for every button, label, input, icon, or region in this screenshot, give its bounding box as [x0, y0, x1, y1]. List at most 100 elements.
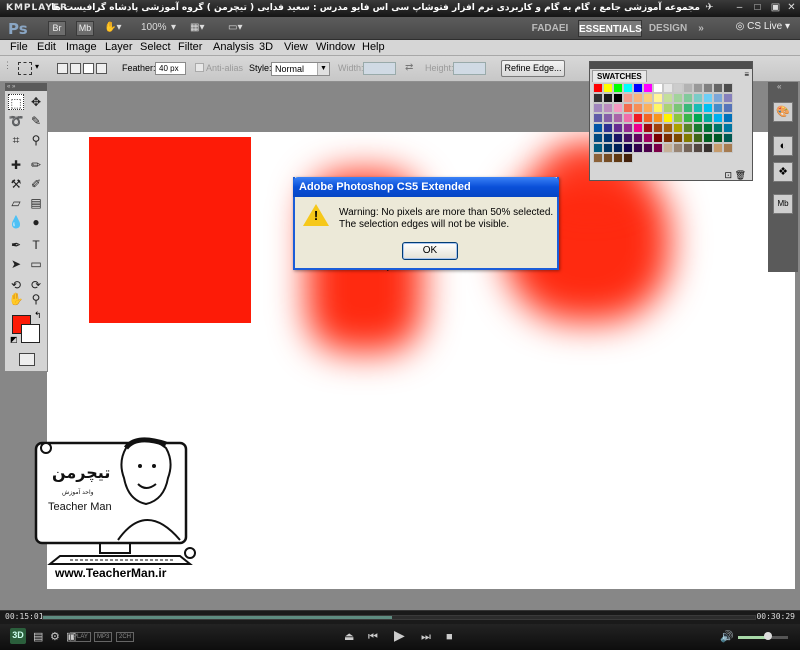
history-brush-tool-icon[interactable]: ✐: [28, 176, 44, 192]
swatch-cell[interactable]: [723, 83, 733, 93]
swatch-cell[interactable]: [623, 103, 633, 113]
swap-dimensions-icon[interactable]: ⇄: [405, 62, 413, 73]
bridge-button[interactable]: Br: [48, 21, 66, 36]
ok-button[interactable]: OK: [402, 242, 458, 260]
menu-help[interactable]: Help: [362, 41, 385, 53]
swatch-cell[interactable]: [723, 123, 733, 133]
lasso-tool-icon[interactable]: ➰: [8, 113, 24, 129]
swatch-cell[interactable]: [703, 143, 713, 153]
swatch-cell[interactable]: [703, 113, 713, 123]
zoom-dropdown-icon[interactable]: ▾: [171, 22, 176, 33]
adjustments-panel-icon[interactable]: ◐: [773, 136, 793, 156]
swatch-cell[interactable]: [693, 113, 703, 123]
width-input[interactable]: [363, 62, 396, 75]
swatch-cell[interactable]: [683, 93, 693, 103]
swatch-cell[interactable]: [603, 113, 613, 123]
minibridge-panel-icon[interactable]: Mb: [773, 194, 793, 214]
volume-icon[interactable]: 🔊: [720, 630, 734, 644]
background-color-swatch[interactable]: [21, 324, 40, 343]
intersect-selection-icon[interactable]: [96, 63, 107, 74]
swatches-panel-header[interactable]: [590, 62, 752, 69]
settings-gear-icon[interactable]: ⚙: [50, 630, 60, 644]
swatch-cell[interactable]: [593, 93, 603, 103]
swatch-cell[interactable]: [603, 133, 613, 143]
workspace-design[interactable]: DESIGN: [646, 20, 690, 37]
swatch-cell[interactable]: [643, 83, 653, 93]
swatch-cell[interactable]: [643, 123, 653, 133]
swap-colors-icon[interactable]: ↰: [34, 310, 42, 321]
panel-menu-icon[interactable]: ≡: [744, 70, 749, 79]
swatch-cell[interactable]: [653, 93, 663, 103]
swatch-cell[interactable]: [673, 83, 683, 93]
quick-select-tool-icon[interactable]: ✎: [28, 113, 44, 129]
previous-icon[interactable]: ⏮: [368, 630, 378, 644]
healing-brush-tool-icon[interactable]: ✚: [8, 157, 24, 173]
brush-tool-icon[interactable]: ✏: [28, 157, 44, 173]
swatch-cell[interactable]: [673, 113, 683, 123]
swatch-cell[interactable]: [623, 113, 633, 123]
style-select[interactable]: Normal ▼: [271, 62, 330, 76]
menu-filter[interactable]: Filter: [178, 41, 202, 53]
swatch-cell[interactable]: [693, 83, 703, 93]
swatch-cell[interactable]: [663, 83, 673, 93]
swatch-cell[interactable]: [703, 123, 713, 133]
swatch-cell[interactable]: [653, 143, 663, 153]
subtract-selection-icon[interactable]: [83, 63, 94, 74]
3d-mode-button[interactable]: 3D: [10, 628, 26, 644]
swatch-cell[interactable]: [603, 83, 613, 93]
swatch-cell[interactable]: [713, 123, 723, 133]
swatch-cell[interactable]: [653, 133, 663, 143]
type-tool-icon[interactable]: T: [28, 237, 44, 253]
zoom-tool-icon[interactable]: ⚲: [28, 291, 44, 307]
swatch-cell[interactable]: [633, 133, 643, 143]
swatch-cell[interactable]: [673, 143, 683, 153]
swatch-cell[interactable]: [713, 83, 723, 93]
swatch-cell[interactable]: [603, 143, 613, 153]
swatch-cell[interactable]: [693, 133, 703, 143]
play-icon[interactable]: ▶: [394, 628, 405, 642]
minimize-icon[interactable]: –: [733, 2, 746, 14]
workspace-essentials[interactable]: ESSENTIALS: [578, 20, 642, 37]
swatch-cell[interactable]: [633, 103, 643, 113]
menu-3d[interactable]: 3D: [259, 41, 273, 53]
swatch-cell[interactable]: [643, 133, 653, 143]
toolbox-header[interactable]: « »: [5, 83, 47, 91]
new-swatch-icon[interactable]: ⊡: [724, 170, 732, 181]
pen-tool-icon[interactable]: ✒: [8, 237, 24, 253]
swatch-cell[interactable]: [663, 133, 673, 143]
swatch-cell[interactable]: [673, 93, 683, 103]
swatch-cell[interactable]: [593, 113, 603, 123]
swatch-cell[interactable]: [663, 103, 673, 113]
volume-track[interactable]: [738, 636, 788, 639]
swatch-cell[interactable]: [623, 93, 633, 103]
swatch-cell[interactable]: [663, 123, 673, 133]
next-icon[interactable]: ⏭: [421, 630, 431, 644]
swatch-cell[interactable]: [603, 123, 613, 133]
swatch-cell[interactable]: [623, 133, 633, 143]
menu-file[interactable]: File: [10, 41, 28, 53]
swatch-cell[interactable]: [593, 133, 603, 143]
quick-mask-icon[interactable]: [19, 353, 35, 366]
swatch-cell[interactable]: [723, 113, 733, 123]
crop-tool-icon[interactable]: ⌗: [8, 132, 24, 148]
swatch-cell[interactable]: [613, 133, 623, 143]
hand-tool-icon[interactable]: ✋: [8, 291, 24, 307]
swatch-cell[interactable]: [593, 153, 603, 163]
trash-icon[interactable]: 🗑: [735, 170, 746, 181]
eject-icon[interactable]: ⏏: [344, 630, 354, 644]
workspace-more-icon[interactable]: »: [694, 20, 708, 37]
add-selection-icon[interactable]: [70, 63, 81, 74]
swatch-cell[interactable]: [613, 153, 623, 163]
swatch-cell[interactable]: [623, 123, 633, 133]
swatches-tab[interactable]: SWATCHES: [592, 70, 647, 82]
swatch-cell[interactable]: [613, 113, 623, 123]
swatch-cell[interactable]: [633, 83, 643, 93]
eraser-tool-icon[interactable]: ▱: [8, 195, 24, 211]
swatch-cell[interactable]: [703, 93, 713, 103]
swatch-cell[interactable]: [593, 83, 603, 93]
volume-knob[interactable]: [764, 632, 772, 640]
blur-tool-icon[interactable]: 💧: [8, 214, 24, 230]
zoom-level[interactable]: 100%: [141, 22, 167, 33]
swatch-cell[interactable]: [673, 123, 683, 133]
hand-dropdown-icon[interactable]: ✋▾: [104, 22, 121, 33]
